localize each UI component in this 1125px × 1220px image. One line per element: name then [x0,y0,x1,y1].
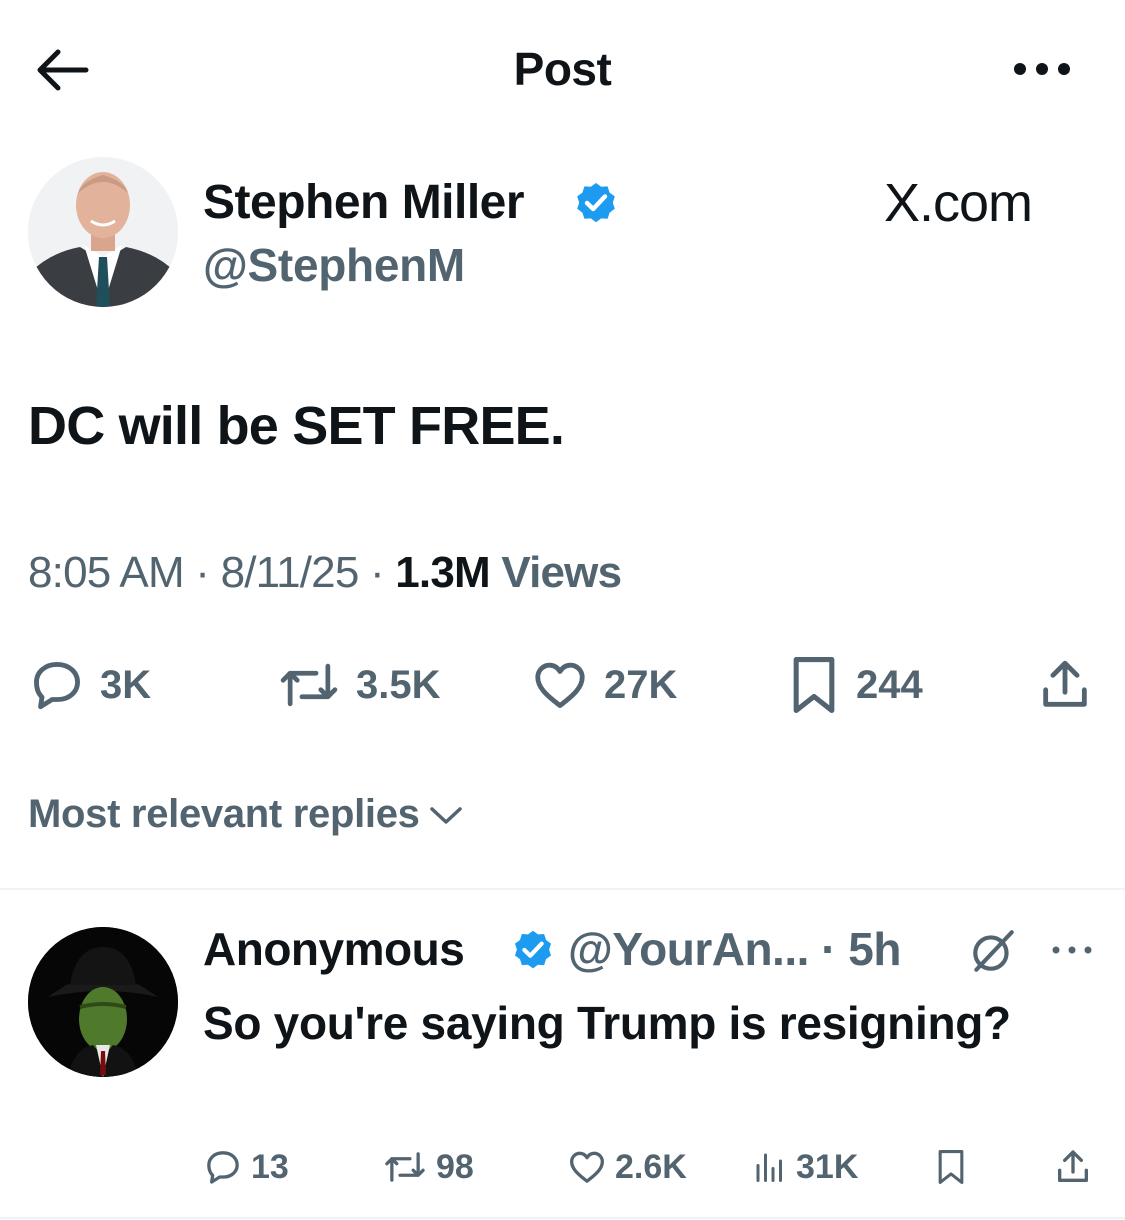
reply-reply-count: 13 [251,1147,289,1186]
share-icon [1043,660,1087,707]
section-divider [0,888,1125,890]
bookmark-icon [793,657,835,713]
grok-icon [973,930,1014,972]
page-title: Post [513,43,612,95]
reply-views-button[interactable]: 31K [752,1142,858,1192]
post-time: 8:05 AM [28,548,185,597]
reply-repost-count: 98 [436,1147,474,1186]
reply-more-button[interactable] [1050,940,1094,960]
reply-author-handle[interactable]: @YourAn... [568,923,809,975]
views-label[interactable]: Views [501,548,622,597]
reply-button[interactable]: 3K [28,652,151,718]
like-count: 27K [604,662,678,707]
reply-count: 3K [100,662,152,707]
meta-separator: · [369,548,385,597]
reply-like-button[interactable]: 2.6K [567,1142,687,1192]
reply-text: So you're saying Trump is resigning? [203,997,1011,1049]
post-text: DC will be SET FREE. [28,396,565,456]
analytics-icon [756,1153,782,1182]
heart-icon [535,662,585,708]
reply-like-count: 2.6K [615,1147,687,1186]
bookmark-icon [938,1150,964,1184]
reply-author-name[interactable]: Anonymous [203,922,465,976]
reply-repost-button[interactable]: 98 [382,1142,474,1192]
post-date: 8/11/25 [220,548,360,597]
repost-count: 3.5K [356,662,441,707]
bookmark-button[interactable]: 244 [786,652,923,718]
replies-sort-label: Most relevant replies [28,792,420,836]
author-avatar[interactable] [28,157,178,307]
replies-sort-dropdown[interactable]: Most relevant replies [28,792,466,837]
reply-time: · 5h [821,923,901,975]
reply-handle-time: @YourAn... · 5h [568,922,901,976]
share-icon [1058,1150,1088,1182]
repost-icon [280,663,338,707]
like-button[interactable]: 27K [530,652,677,718]
reply-icon [34,662,80,710]
repost-button[interactable]: 3.5K [276,652,441,718]
bookmark-count: 244 [856,662,923,707]
grok-button[interactable] [968,926,1018,976]
source-label: X.com [884,173,1033,233]
reply-reply-button[interactable]: 13 [203,1142,289,1192]
views-count: 1.3M [395,548,490,597]
reply-views-count: 31K [796,1147,859,1186]
bottom-divider [0,1217,1125,1219]
more-options-button[interactable] [1010,52,1074,86]
author-name[interactable]: Stephen Miller [203,175,525,230]
verified-badge-icon [572,178,620,226]
reply-bookmark-button[interactable] [934,1142,976,1192]
avatar-image [28,157,178,307]
more-horizontal-icon [1052,946,1092,954]
chevron-down-icon [429,806,462,824]
reply-author-avatar[interactable] [28,927,178,1077]
reply-share-button[interactable] [1053,1142,1101,1192]
verified-badge-icon [510,926,556,972]
share-button[interactable] [1036,652,1108,718]
meta-separator: · [195,548,210,597]
avatar-image [28,927,178,1077]
heart-icon [570,1151,604,1183]
repost-icon [385,1152,425,1182]
reply-icon [207,1151,239,1184]
more-horizontal-icon [1014,63,1070,75]
post-meta: 8:05 AM · 8/11/25 · 1.3M Views [28,548,622,598]
author-handle[interactable]: @StephenM [203,238,465,292]
